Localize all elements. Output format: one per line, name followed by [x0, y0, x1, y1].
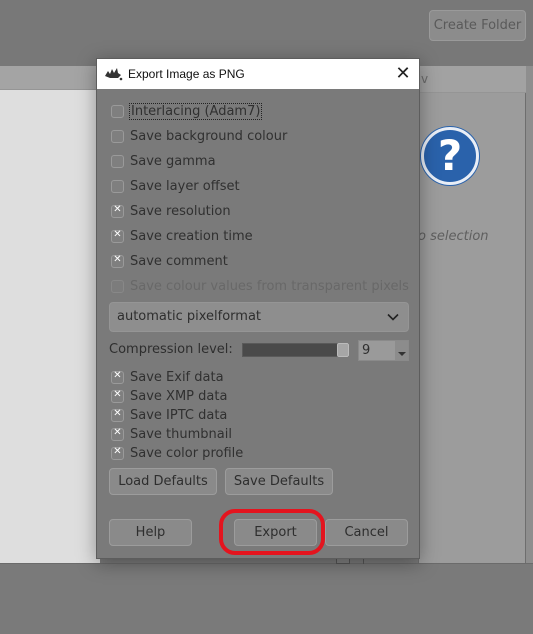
close-icon[interactable]: ✕	[393, 64, 413, 84]
metadata-option-row[interactable]: Save Exif data	[111, 367, 224, 387]
option-label: Save creation time	[130, 228, 253, 244]
option-row[interactable]: Save resolution	[111, 201, 231, 221]
checkbox[interactable]	[111, 104, 124, 118]
metadata-option-label: Save color profile	[130, 445, 244, 461]
pixelformat-selected: automatic pixelformat	[117, 309, 262, 324]
export-button[interactable]: Export	[234, 519, 317, 546]
question-mark-icon: ?	[421, 127, 479, 185]
option-row[interactable]: Save comment	[111, 251, 228, 271]
checkbox-checked[interactable]	[111, 370, 124, 384]
option-label: Save colour values from transparent pixe…	[130, 278, 409, 294]
option-row: Save colour values from transparent pixe…	[111, 276, 409, 296]
option-row[interactable]: Interlacing (Adam7)	[111, 101, 263, 121]
checkbox-checked[interactable]	[111, 229, 124, 243]
metadata-option-row[interactable]: Save IPTC data	[111, 405, 227, 425]
compression-value: 9	[362, 343, 371, 358]
checkbox-checked[interactable]	[111, 254, 124, 268]
chooser-footer-area	[0, 563, 533, 634]
option-label: Save background colour	[130, 128, 288, 144]
checkbox-checked[interactable]	[111, 389, 124, 403]
help-button[interactable]: Help	[109, 519, 192, 546]
checkbox[interactable]	[111, 154, 124, 168]
dialog-titlebar: Export Image as PNG ✕	[97, 59, 419, 89]
checkbox[interactable]	[111, 179, 124, 193]
checkbox	[111, 279, 124, 293]
option-label: Save comment	[130, 253, 228, 269]
compression-label: Compression level:	[109, 342, 233, 357]
compression-slider-handle[interactable]	[337, 343, 349, 357]
pixelformat-dropdown[interactable]: automatic pixelformat	[109, 302, 409, 332]
preview-panel-header: v	[418, 66, 526, 93]
metadata-option-row[interactable]: Save color profile	[111, 443, 243, 463]
checkbox-checked[interactable]	[111, 408, 124, 422]
places-panel-header	[0, 66, 100, 90]
checkbox[interactable]	[111, 129, 124, 143]
window-edge	[526, 66, 533, 563]
checkbox-checked[interactable]	[111, 446, 124, 460]
load-defaults-button[interactable]: Load Defaults	[109, 468, 217, 495]
option-row[interactable]: Save creation time	[111, 226, 253, 246]
metadata-option-label: Save thumbnail	[130, 426, 232, 442]
metadata-option-row[interactable]: Save thumbnail	[111, 424, 232, 444]
gimp-wilber-icon	[104, 67, 124, 81]
compression-slider[interactable]	[242, 343, 349, 357]
create-folder-button[interactable]: Create Folder	[429, 10, 526, 41]
metadata-option-label: Save Exif data	[130, 369, 224, 385]
no-selection-text: o selection	[418, 229, 489, 244]
option-label: Save layer offset	[130, 178, 240, 194]
metadata-option-label: Save XMP data	[130, 388, 228, 404]
spin-down-icon[interactable]	[395, 341, 408, 360]
places-panel	[0, 66, 100, 563]
option-label: Save resolution	[130, 203, 231, 219]
save-defaults-button[interactable]: Save Defaults	[225, 468, 333, 495]
option-label: Save gamma	[130, 153, 216, 169]
metadata-option-label: Save IPTC data	[130, 407, 228, 423]
option-row[interactable]: Save layer offset	[111, 176, 240, 196]
checkbox-checked[interactable]	[111, 204, 124, 218]
export-png-dialog: Export Image as PNG ✕ Interlacing (Adam7…	[96, 58, 420, 559]
chevron-down-icon	[387, 313, 399, 321]
option-row[interactable]: Save gamma	[111, 151, 216, 171]
metadata-option-row[interactable]: Save XMP data	[111, 386, 227, 406]
compression-spinbox[interactable]: 9	[358, 340, 409, 361]
cancel-button[interactable]: Cancel	[325, 519, 408, 546]
option-label: Interlacing (Adam7)	[128, 102, 263, 120]
checkbox-checked[interactable]	[111, 427, 124, 441]
option-row[interactable]: Save background colour	[111, 126, 287, 146]
dialog-title: Export Image as PNG	[128, 67, 245, 81]
